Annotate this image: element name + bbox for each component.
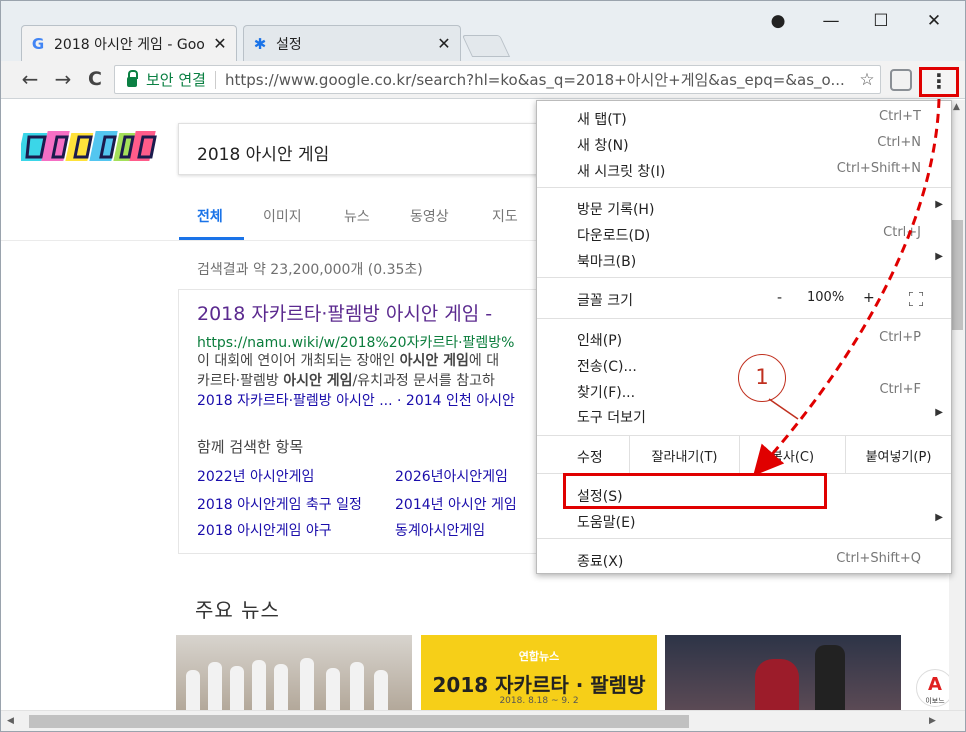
news-headline: 2018 자카르타 · 팔렘방 [432, 673, 646, 697]
top-news-title: 주요 뉴스 [195, 598, 280, 622]
result-snippet-line-1: 이 대회에 연이어 개최되는 장애인 아시안 게임에 대 [197, 353, 500, 369]
related-search-link[interactable]: 2014년 아시안 게임 [395, 494, 517, 514]
menu-item-new-tab[interactable]: 새 탭(T) Ctrl+T [537, 105, 951, 131]
omnibox-divider [214, 70, 216, 89]
url-text[interactable]: https://www.google.co.kr/search?hl=ko&as… [225, 69, 854, 90]
menu-item-incognito[interactable]: 새 시크릿 창(I) Ctrl+Shift+N [537, 157, 951, 183]
lock-icon [127, 69, 138, 87]
menu-edit-row: 수정 잘라내기(T) 복사(C) 붙여넣기(P) [537, 435, 951, 473]
paste-button[interactable]: 붙여넣기(P) [845, 435, 951, 473]
maximize-button[interactable]: ☐ [869, 11, 893, 31]
edit-label: 수정 [577, 450, 603, 466]
news-thumbnail[interactable] [665, 635, 901, 710]
news-thumbnail[interactable]: 연합뉴스 2018 자카르타 · 팔렘방 2018. 8.18 ~ 9. 2 [421, 635, 657, 710]
scroll-left-icon[interactable]: ◀ [7, 716, 14, 726]
tab-close-icon[interactable]: ✕ [436, 34, 452, 53]
google-doodle-logo[interactable] [21, 125, 159, 169]
menu-item-bookmarks[interactable]: 북마크(B) ▶ [537, 247, 951, 273]
zoom-level: 100% [807, 290, 845, 305]
scroll-up-icon[interactable]: ▲ [953, 102, 960, 112]
forward-button[interactable]: → [51, 67, 75, 91]
copy-button[interactable]: 복사(C) [739, 435, 845, 473]
scrollbar-thumb[interactable] [951, 220, 963, 330]
tab-videos[interactable]: 동영상 [410, 206, 449, 226]
minimize-button[interactable]: — [819, 11, 843, 31]
chrome-menu-button[interactable]: ⋮ [919, 67, 959, 97]
bookmark-star-icon[interactable]: ☆ [854, 70, 880, 90]
secure-label: 보안 연결 [146, 71, 206, 89]
submenu-arrow-icon: ▶ [935, 407, 943, 418]
news-thumbnail[interactable] [176, 635, 412, 710]
related-search-link[interactable]: 2022년 아시안게임 [197, 466, 314, 486]
result-url: https://namu.wiki/w/2018%20자카르타·팔렘방% [197, 335, 515, 351]
tab-title: 설정 [276, 36, 302, 53]
horizontal-scrollbar[interactable]: ◀ ▶ [1, 710, 965, 731]
menu-item-help[interactable]: 도움말(E) ▶ [537, 508, 951, 534]
result-snippet-line-2: 카르타·팔렘방 아시안 게임/유치과정 문서를 참고하 [197, 373, 495, 389]
extension-icon[interactable] [890, 69, 912, 91]
news-date: 2018. 8.18 ~ 9. 2 [499, 696, 579, 706]
cut-button[interactable]: 잘라내기(T) [629, 435, 739, 473]
result-title-link[interactable]: 2018 자카르타·팔렘방 아시안 게임 - [197, 299, 492, 326]
back-button[interactable]: ← [18, 67, 42, 91]
result-stats: 검색결과 약 23,200,000개 (0.35초) [197, 262, 423, 278]
tab-images[interactable]: 이미지 [263, 206, 302, 226]
google-icon: G [31, 34, 45, 53]
close-window-button[interactable]: ✕ [922, 11, 946, 31]
tab-strip: G 2018 아시안 게임 - Goo ✕ ✱ 설정 ✕ ● — ☐ ✕ [1, 1, 965, 61]
tab-all[interactable]: 전체 [197, 206, 223, 226]
menu-item-new-window[interactable]: 새 창(N) Ctrl+N [537, 131, 951, 157]
tab-maps[interactable]: 지도 [492, 206, 518, 226]
browser-toolbar: ← → C 보안 연결 https://www.google.co.kr/sea… [1, 61, 965, 99]
badge-logo-icon: A [928, 674, 942, 695]
reload-button[interactable]: C [83, 67, 107, 91]
menu-item-zoom: 글꼴 크기 - 100% + [537, 286, 951, 312]
news-brand: 연합뉴스 [518, 650, 560, 663]
menu-item-history[interactable]: 방문 기록(H) ▶ [537, 195, 951, 221]
address-bar[interactable]: 보안 연결 https://www.google.co.kr/search?hl… [114, 65, 881, 94]
related-search-link[interactable]: 2018 아시안게임 야구 [197, 520, 332, 540]
result-sitelinks[interactable]: 2018 자카르타·팔렘방 아시안 ... · 2014 인천 아시안 [197, 390, 515, 410]
tab-news[interactable]: 뉴스 [344, 206, 370, 226]
submenu-arrow-icon: ▶ [935, 251, 943, 262]
step-callout: 1 [738, 354, 786, 402]
account-icon[interactable]: ● [766, 11, 790, 31]
related-searches-title: 함께 검색한 항목 [197, 438, 304, 456]
menu-item-downloads[interactable]: 다운로드(D) Ctrl+J [537, 221, 951, 247]
zoom-out-button[interactable]: - [777, 290, 782, 306]
tab-google-search[interactable]: G 2018 아시안 게임 - Goo ✕ [21, 25, 237, 61]
fullscreen-icon[interactable] [909, 292, 923, 306]
gear-icon: ✱ [253, 34, 267, 53]
menu-item-exit[interactable]: 종료(X) Ctrl+Shift+Q [537, 547, 951, 573]
related-search-link[interactable]: 동계아시안게임 [395, 520, 485, 540]
related-search-link[interactable]: 2018 아시안게임 축구 일정 [197, 494, 362, 514]
scroll-right-icon[interactable]: ▶ [929, 716, 936, 726]
tab-settings[interactable]: ✱ 설정 ✕ [243, 25, 461, 61]
submenu-arrow-icon: ▶ [935, 512, 943, 523]
active-tab-indicator [179, 237, 244, 240]
tab-title: 2018 아시안 게임 - Goo [54, 36, 205, 53]
tab-close-icon[interactable]: ✕ [212, 34, 228, 53]
browser-window: G 2018 아시안 게임 - Goo ✕ ✱ 설정 ✕ ● — ☐ ✕ ← →… [0, 0, 966, 732]
scrollbar-thumb[interactable] [29, 715, 689, 728]
related-search-link[interactable]: 2026년아시안게임 [395, 466, 508, 486]
menu-item-more-tools[interactable]: 도구 더보기 ▶ [537, 403, 951, 429]
submenu-arrow-icon: ▶ [935, 199, 943, 210]
zoom-in-button[interactable]: + [863, 290, 875, 306]
new-tab-button[interactable] [461, 35, 511, 57]
settings-highlight-box [563, 473, 827, 509]
menu-item-print[interactable]: 인쇄(P) Ctrl+P [537, 326, 951, 352]
